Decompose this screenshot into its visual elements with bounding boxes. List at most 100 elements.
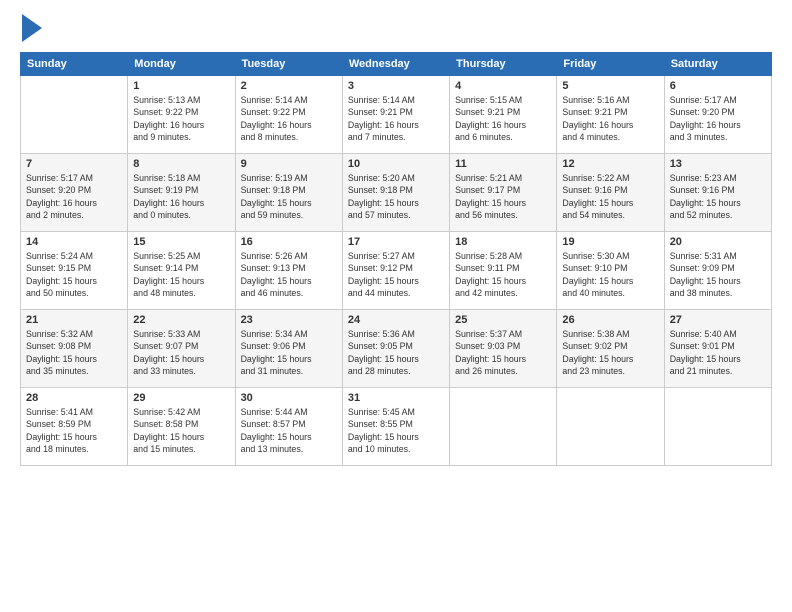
calendar-cell: 7 Sunrise: 5:17 AM Sunset: 9:20 PM Daylig…	[21, 154, 128, 232]
week-row-1: 1 Sunrise: 5:13 AM Sunset: 9:22 PM Daylig…	[21, 76, 772, 154]
logo	[20, 18, 42, 42]
calendar-cell	[557, 388, 664, 466]
day-number: 1	[133, 80, 229, 92]
day-info: Sunrise: 5:26 AM Sunset: 9:13 PM Dayligh…	[241, 250, 337, 299]
day-number: 31	[348, 392, 444, 404]
weekday-header-thursday: Thursday	[450, 53, 557, 76]
calendar-cell: 14 Sunrise: 5:24 AM Sunset: 9:15 PM Dayli…	[21, 232, 128, 310]
week-row-3: 14 Sunrise: 5:24 AM Sunset: 9:15 PM Dayli…	[21, 232, 772, 310]
day-info: Sunrise: 5:37 AM Sunset: 9:03 PM Dayligh…	[455, 328, 551, 377]
calendar-cell: 11 Sunrise: 5:21 AM Sunset: 9:17 PM Dayli…	[450, 154, 557, 232]
day-number: 28	[26, 392, 122, 404]
day-number: 9	[241, 158, 337, 170]
calendar-cell: 5Sunrise: 5:16 AM Sunset: 9:21 PM Daylig…	[557, 76, 664, 154]
day-info: Sunrise: 5:44 AM Sunset: 8:57 PM Dayligh…	[241, 406, 337, 455]
weekday-header-wednesday: Wednesday	[342, 53, 449, 76]
calendar-cell: 17 Sunrise: 5:27 AM Sunset: 9:12 PM Dayli…	[342, 232, 449, 310]
day-info: Sunrise: 5:28 AM Sunset: 9:11 PM Dayligh…	[455, 250, 551, 299]
calendar-cell: 15 Sunrise: 5:25 AM Sunset: 9:14 PM Dayli…	[128, 232, 235, 310]
calendar-cell: 13 Sunrise: 5:23 AM Sunset: 9:16 PM Dayli…	[664, 154, 771, 232]
day-number: 3	[348, 80, 444, 92]
calendar-cell: 3 Sunrise: 5:14 AM Sunset: 9:21 PM Daylig…	[342, 76, 449, 154]
day-number: 6	[670, 80, 766, 92]
calendar-cell: 20 Sunrise: 5:31 AM Sunset: 9:09 PM Dayli…	[664, 232, 771, 310]
day-number: 14	[26, 236, 122, 248]
calendar-cell: 22Sunrise: 5:33 AM Sunset: 9:07 PM Dayli…	[128, 310, 235, 388]
day-number: 18	[455, 236, 551, 248]
day-number: 11	[455, 158, 551, 170]
calendar-page: SundayMondayTuesdayWednesdayThursdayFrid…	[0, 0, 792, 612]
day-info: Sunrise: 5:42 AM Sunset: 8:58 PM Dayligh…	[133, 406, 229, 455]
day-info: Sunrise: 5:21 AM Sunset: 9:17 PM Dayligh…	[455, 172, 551, 221]
calendar-cell: 9 Sunrise: 5:19 AM Sunset: 9:18 PM Daylig…	[235, 154, 342, 232]
day-number: 15	[133, 236, 229, 248]
day-info: Sunrise: 5:24 AM Sunset: 9:15 PM Dayligh…	[26, 250, 122, 299]
day-info: Sunrise: 5:14 AM Sunset: 9:21 PM Dayligh…	[348, 94, 444, 143]
weekday-header-monday: Monday	[128, 53, 235, 76]
day-number: 20	[670, 236, 766, 248]
calendar-cell: 30 Sunrise: 5:44 AM Sunset: 8:57 PM Dayli…	[235, 388, 342, 466]
day-info: Sunrise: 5:23 AM Sunset: 9:16 PM Dayligh…	[670, 172, 766, 221]
day-number: 23	[241, 314, 337, 326]
day-info: Sunrise: 5:31 AM Sunset: 9:09 PM Dayligh…	[670, 250, 766, 299]
weekday-header-friday: Friday	[557, 53, 664, 76]
day-info: Sunrise: 5:34 AM Sunset: 9:06 PM Dayligh…	[241, 328, 337, 377]
calendar-cell: 2 Sunrise: 5:14 AM Sunset: 9:22 PM Daylig…	[235, 76, 342, 154]
calendar-cell: 25Sunrise: 5:37 AM Sunset: 9:03 PM Dayli…	[450, 310, 557, 388]
logo-icon	[22, 14, 42, 42]
day-info: Sunrise: 5:32 AM Sunset: 9:08 PM Dayligh…	[26, 328, 122, 377]
calendar-cell: 1 Sunrise: 5:13 AM Sunset: 9:22 PM Daylig…	[128, 76, 235, 154]
calendar-cell: 28 Sunrise: 5:41 AM Sunset: 8:59 PM Dayli…	[21, 388, 128, 466]
day-number: 4	[455, 80, 551, 92]
day-number: 22	[133, 314, 229, 326]
week-row-4: 21 Sunrise: 5:32 AM Sunset: 9:08 PM Dayli…	[21, 310, 772, 388]
day-info: Sunrise: 5:15 AM Sunset: 9:21 PM Dayligh…	[455, 94, 551, 143]
calendar-cell: 16 Sunrise: 5:26 AM Sunset: 9:13 PM Dayli…	[235, 232, 342, 310]
day-number: 19	[562, 236, 658, 248]
day-info: Sunrise: 5:22 AM Sunset: 9:16 PM Dayligh…	[562, 172, 658, 221]
day-info: Sunrise: 5:17 AM Sunset: 9:20 PM Dayligh…	[670, 94, 766, 143]
calendar-cell	[664, 388, 771, 466]
day-number: 10	[348, 158, 444, 170]
day-info: Sunrise: 5:14 AM Sunset: 9:22 PM Dayligh…	[241, 94, 337, 143]
week-row-2: 7 Sunrise: 5:17 AM Sunset: 9:20 PM Daylig…	[21, 154, 772, 232]
calendar-cell: 19Sunrise: 5:30 AM Sunset: 9:10 PM Dayli…	[557, 232, 664, 310]
calendar-cell: 23 Sunrise: 5:34 AM Sunset: 9:06 PM Dayli…	[235, 310, 342, 388]
calendar-cell	[21, 76, 128, 154]
calendar-cell: 31Sunrise: 5:45 AM Sunset: 8:55 PM Dayli…	[342, 388, 449, 466]
calendar-table: SundayMondayTuesdayWednesdayThursdayFrid…	[20, 52, 772, 466]
day-info: Sunrise: 5:40 AM Sunset: 9:01 PM Dayligh…	[670, 328, 766, 377]
calendar-cell: 6 Sunrise: 5:17 AM Sunset: 9:20 PM Daylig…	[664, 76, 771, 154]
day-info: Sunrise: 5:38 AM Sunset: 9:02 PM Dayligh…	[562, 328, 658, 377]
day-number: 2	[241, 80, 337, 92]
weekday-header-row: SundayMondayTuesdayWednesdayThursdayFrid…	[21, 53, 772, 76]
day-number: 13	[670, 158, 766, 170]
day-info: Sunrise: 5:27 AM Sunset: 9:12 PM Dayligh…	[348, 250, 444, 299]
calendar-cell: 4 Sunrise: 5:15 AM Sunset: 9:21 PM Daylig…	[450, 76, 557, 154]
calendar-cell: 8Sunrise: 5:18 AM Sunset: 9:19 PM Daylig…	[128, 154, 235, 232]
day-info: Sunrise: 5:25 AM Sunset: 9:14 PM Dayligh…	[133, 250, 229, 299]
weekday-header-saturday: Saturday	[664, 53, 771, 76]
day-info: Sunrise: 5:41 AM Sunset: 8:59 PM Dayligh…	[26, 406, 122, 455]
calendar-cell: 27Sunrise: 5:40 AM Sunset: 9:01 PM Dayli…	[664, 310, 771, 388]
day-number: 30	[241, 392, 337, 404]
day-info: Sunrise: 5:20 AM Sunset: 9:18 PM Dayligh…	[348, 172, 444, 221]
calendar-cell: 10 Sunrise: 5:20 AM Sunset: 9:18 PM Dayli…	[342, 154, 449, 232]
day-number: 21	[26, 314, 122, 326]
day-number: 17	[348, 236, 444, 248]
day-number: 5	[562, 80, 658, 92]
day-info: Sunrise: 5:13 AM Sunset: 9:22 PM Dayligh…	[133, 94, 229, 143]
day-number: 7	[26, 158, 122, 170]
day-number: 12	[562, 158, 658, 170]
calendar-cell: 29Sunrise: 5:42 AM Sunset: 8:58 PM Dayli…	[128, 388, 235, 466]
day-info: Sunrise: 5:19 AM Sunset: 9:18 PM Dayligh…	[241, 172, 337, 221]
header	[20, 18, 772, 42]
week-row-5: 28 Sunrise: 5:41 AM Sunset: 8:59 PM Dayli…	[21, 388, 772, 466]
calendar-cell	[450, 388, 557, 466]
weekday-header-sunday: Sunday	[21, 53, 128, 76]
day-info: Sunrise: 5:36 AM Sunset: 9:05 PM Dayligh…	[348, 328, 444, 377]
weekday-header-tuesday: Tuesday	[235, 53, 342, 76]
day-number: 16	[241, 236, 337, 248]
day-info: Sunrise: 5:17 AM Sunset: 9:20 PM Dayligh…	[26, 172, 122, 221]
day-number: 26	[562, 314, 658, 326]
